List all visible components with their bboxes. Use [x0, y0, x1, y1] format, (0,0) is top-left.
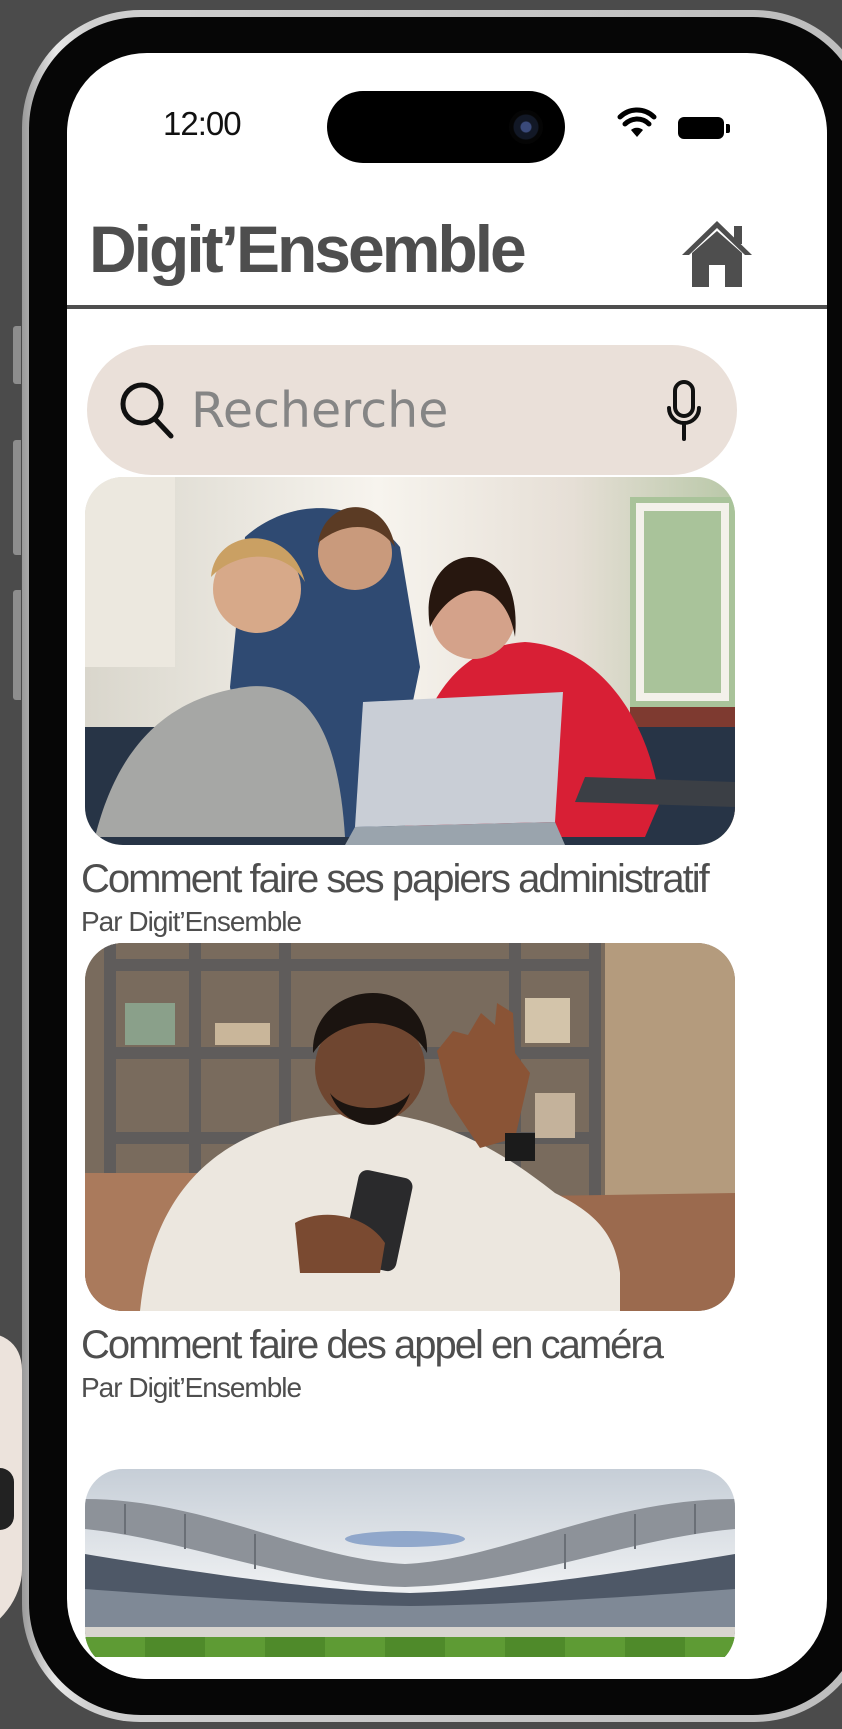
- battery-icon: [678, 117, 730, 139]
- screen-bottom-edge: [67, 1657, 827, 1679]
- article-card[interactable]: Comment faire ses papiers administratif …: [81, 477, 741, 938]
- card-image-three-people-laptop[interactable]: [85, 477, 735, 845]
- phone-frame: 12:00 Digit’Ensemble Recherche Comment f…: [22, 10, 842, 1722]
- status-bar: 12:00: [67, 53, 827, 163]
- phone-bezel: 12:00 Digit’Ensemble Recherche Comment f…: [29, 17, 842, 1715]
- search-icon: [120, 382, 174, 439]
- home-icon[interactable]: [680, 217, 754, 289]
- phone-side-button-action: [13, 326, 21, 384]
- phone-side-button-volume-up: [13, 440, 21, 555]
- search-input[interactable]: [191, 373, 651, 447]
- card-author: Par Digit’Ensemble: [81, 906, 302, 937]
- presentation-background: 12:00 Digit’Ensemble Recherche Comment f…: [0, 0, 842, 1729]
- dynamic-island: [327, 91, 565, 163]
- article-card[interactable]: Comment faire des appel en caméra Par Di…: [81, 943, 741, 1404]
- card-title[interactable]: Comment faire des appel en caméra: [81, 1323, 741, 1368]
- app-header: Digit’Ensemble: [67, 163, 827, 309]
- wifi-icon: [617, 107, 657, 137]
- card-image-man-waving-phone[interactable]: [85, 943, 735, 1311]
- card-author: Par Digit’Ensemble: [81, 1372, 302, 1403]
- decorative-background-mark: [0, 1468, 14, 1530]
- phone-side-button-volume-down: [13, 590, 21, 700]
- app-screen: 12:00 Digit’Ensemble Recherche Comment f…: [67, 53, 827, 1679]
- app-title: Digit’Ensemble: [89, 212, 527, 286]
- microphone-icon[interactable]: [665, 379, 703, 443]
- card-title[interactable]: Comment faire ses papiers administratif: [81, 857, 741, 902]
- article-card[interactable]: [81, 1469, 741, 1669]
- front-camera-icon: [509, 110, 543, 144]
- search-bar[interactable]: [87, 345, 737, 475]
- status-time: 12:00: [163, 105, 242, 142]
- card-image-stadium[interactable]: [85, 1469, 735, 1669]
